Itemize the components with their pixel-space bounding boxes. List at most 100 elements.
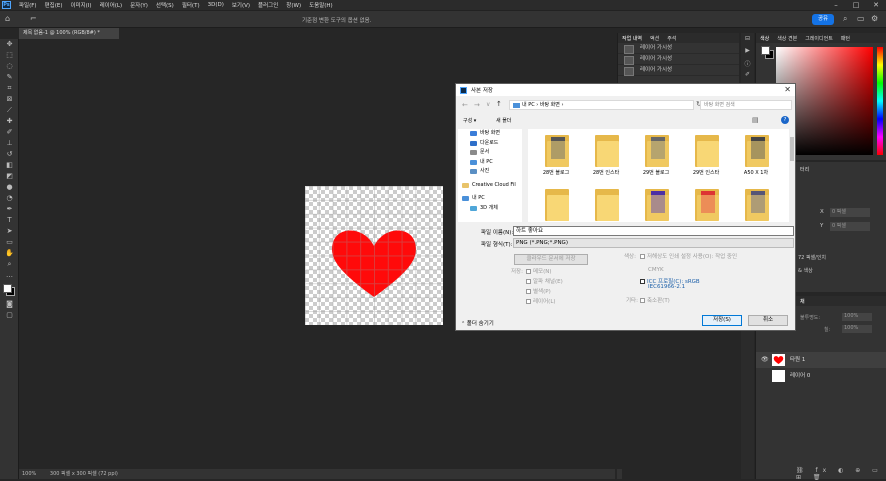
screen-mode-icon[interactable]: ▢ bbox=[0, 310, 19, 321]
visibility-eye-icon[interactable]: 👁 bbox=[761, 352, 769, 368]
gradient-tool-icon[interactable]: ◩ bbox=[0, 171, 19, 182]
history-dropdown-icon[interactable]: ∨ bbox=[486, 101, 490, 108]
frame-tool-icon[interactable]: ⊠ bbox=[0, 94, 19, 105]
maximize-icon[interactable]: □ bbox=[846, 0, 866, 10]
layer-name[interactable]: 타원 1 bbox=[790, 357, 805, 363]
tab-history[interactable]: 작업 내역 bbox=[618, 35, 646, 42]
nav-scrollbar[interactable] bbox=[522, 129, 526, 222]
menu-file[interactable]: 파일(F) bbox=[15, 1, 41, 9]
convert-point-tool-icon[interactable]: ⌐ bbox=[30, 14, 37, 23]
tab-swatches[interactable]: 색상 견본 bbox=[773, 35, 801, 42]
folder-item[interactable] bbox=[636, 185, 676, 222]
info-icon[interactable]: ⓘ bbox=[741, 59, 754, 71]
shape-tool-icon[interactable]: ▭ bbox=[0, 237, 19, 248]
save-button[interactable]: 저장(S) bbox=[702, 315, 742, 326]
folder-item[interactable]: A50 X 1차 bbox=[736, 131, 776, 177]
view-options-icon[interactable]: ▤ bbox=[752, 116, 759, 124]
healing-tool-icon[interactable]: ✚ bbox=[0, 116, 19, 127]
layer-name[interactable]: 레이어 0 bbox=[790, 373, 810, 379]
quick-mask-icon[interactable]: ◙ bbox=[0, 299, 19, 310]
blur-tool-icon[interactable]: ● bbox=[0, 182, 19, 193]
back-arrow-icon[interactable]: ← bbox=[462, 101, 468, 109]
nav-item-pictures[interactable]: 사진 bbox=[458, 167, 526, 177]
tab-notes[interactable]: 주석 bbox=[663, 35, 680, 42]
quick-select-tool-icon[interactable]: ✎ bbox=[0, 72, 19, 83]
organize-button[interactable]: 구성 ▾ bbox=[463, 117, 476, 124]
address-bar[interactable]: 내 PC › 바탕 화면 › bbox=[509, 100, 694, 110]
alpha-channel-checkbox[interactable]: 알파 채널(E) bbox=[526, 277, 563, 285]
dialog-close-icon[interactable]: ✕ bbox=[784, 85, 791, 94]
foreground-color-swatch[interactable] bbox=[3, 284, 12, 293]
menu-3d[interactable]: 3D(D) bbox=[204, 2, 228, 8]
stamp-tool-icon[interactable]: ⊥ bbox=[0, 138, 19, 149]
y-field[interactable]: 0 픽셀 bbox=[830, 222, 870, 231]
brush-tool-icon[interactable]: ✐ bbox=[0, 127, 19, 138]
folder-item[interactable]: 29번 블로그 bbox=[636, 131, 676, 177]
file-list-scrollbar[interactable] bbox=[789, 129, 795, 222]
history-item[interactable]: 레이어 가시성 bbox=[618, 54, 739, 65]
up-arrow-icon[interactable]: ↑ bbox=[496, 100, 502, 108]
history-panel-icon[interactable]: ⊟ bbox=[741, 35, 754, 47]
dodge-tool-icon[interactable]: ◔ bbox=[0, 193, 19, 204]
zoom-level[interactable]: 100% bbox=[22, 471, 36, 477]
cloud-save-button[interactable]: 클라우드 문서에 저장 bbox=[514, 254, 588, 265]
folder-item[interactable] bbox=[686, 185, 726, 222]
folder-item[interactable] bbox=[586, 185, 626, 222]
minimize-icon[interactable]: – bbox=[826, 0, 846, 10]
thumbnail-checkbox[interactable]: 축소판(T) bbox=[640, 296, 670, 304]
menu-view[interactable]: 보기(V) bbox=[228, 1, 254, 9]
address-path[interactable]: 내 PC › 바탕 화면 › bbox=[522, 102, 563, 108]
folder-item[interactable] bbox=[536, 185, 576, 222]
filetype-select[interactable]: PNG (*.PNG;*.PNG) bbox=[513, 238, 794, 248]
layer-row[interactable]: 👁 타원 1 bbox=[756, 352, 886, 368]
folder-item[interactable] bbox=[736, 185, 776, 222]
opacity-field[interactable]: 100% bbox=[842, 313, 872, 321]
cancel-button[interactable]: 취소 bbox=[748, 315, 788, 326]
workspace-icon[interactable]: ▭ bbox=[857, 14, 865, 23]
move-tool-icon[interactable]: ✥ bbox=[0, 39, 19, 50]
eyedropper-tool-icon[interactable]: ⟋ bbox=[0, 105, 19, 116]
nav-item-desktop[interactable]: 바탕 화면 bbox=[458, 129, 526, 139]
more-tools-icon[interactable]: … bbox=[0, 270, 19, 281]
settings-icon[interactable]: ⚙ bbox=[871, 14, 878, 23]
folder-item[interactable]: 28번 인스타 bbox=[586, 131, 626, 177]
eraser-tool-icon[interactable]: ◧ bbox=[0, 160, 19, 171]
lasso-tool-icon[interactable]: ◌ bbox=[0, 61, 19, 72]
folder-item[interactable]: 28번 블로그 bbox=[536, 131, 576, 177]
nav-item-this-pc[interactable]: 내 PC bbox=[458, 158, 526, 168]
tab-layers-fragment[interactable]: 채 bbox=[796, 298, 809, 305]
type-tool-icon[interactable]: T bbox=[0, 215, 19, 226]
menu-filter[interactable]: 필터(T) bbox=[178, 1, 204, 9]
brush-panel-icon[interactable]: ✐ bbox=[741, 71, 754, 83]
document-tab[interactable]: 제목 없음-1 @ 100% (RGB/8#) * bbox=[19, 28, 119, 39]
search-icon[interactable]: ⌕ bbox=[843, 14, 847, 24]
zoom-tool-icon[interactable]: ⌕ bbox=[0, 259, 19, 270]
menu-type[interactable]: 문자(Y) bbox=[126, 1, 152, 9]
crop-tool-icon[interactable]: ⌗ bbox=[0, 83, 19, 94]
layers-checkbox[interactable]: 레이어(L) bbox=[526, 297, 556, 305]
search-field[interactable]: 바탕 화면 검색 bbox=[700, 100, 792, 110]
home-icon[interactable]: ⌂ bbox=[5, 14, 10, 23]
fill-field[interactable]: 100% bbox=[842, 325, 872, 333]
history-brush-icon[interactable]: ↺ bbox=[0, 149, 19, 160]
tab-color[interactable]: 색상 bbox=[756, 35, 773, 42]
share-button[interactable]: 공유 bbox=[812, 14, 834, 25]
menu-window[interactable]: 창(W) bbox=[282, 1, 305, 9]
history-item[interactable]: 레이어 가시성 bbox=[618, 65, 739, 76]
menu-layer[interactable]: 레이어(L) bbox=[96, 1, 127, 9]
filename-input[interactable]: 하트 좋아요 bbox=[513, 226, 794, 236]
hand-tool-icon[interactable]: ✋ bbox=[0, 248, 19, 259]
menu-help[interactable]: 도움말(H) bbox=[305, 1, 337, 9]
fg-color-chip[interactable] bbox=[761, 46, 770, 55]
menu-select[interactable]: 선택(S) bbox=[152, 1, 178, 9]
pen-tool-icon[interactable]: ✒ bbox=[0, 204, 19, 215]
folder-item[interactable]: 29번 인스타 bbox=[686, 131, 726, 177]
new-folder-button[interactable]: 새 폴더 bbox=[496, 117, 511, 124]
marquee-tool-icon[interactable]: ⬚ bbox=[0, 50, 19, 61]
help-icon[interactable]: ? bbox=[781, 116, 789, 124]
hue-slider[interactable] bbox=[877, 47, 883, 155]
path-select-tool-icon[interactable]: ➤ bbox=[0, 226, 19, 237]
close-window-icon[interactable]: ✕ bbox=[866, 0, 886, 10]
play-icon[interactable]: ▶ bbox=[741, 47, 754, 59]
nav-item-creative-cloud[interactable]: Creative Cloud Fil bbox=[458, 181, 526, 191]
